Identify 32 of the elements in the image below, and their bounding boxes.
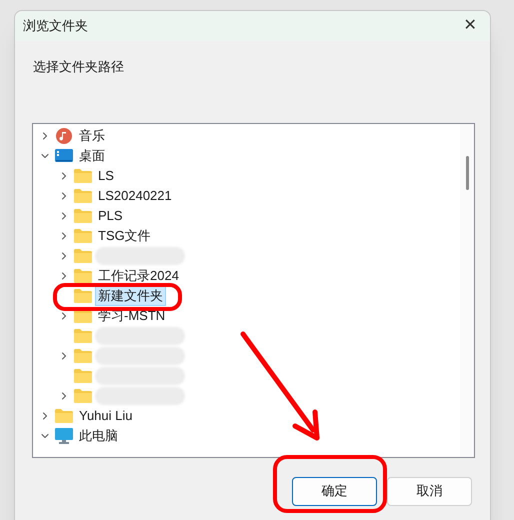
folder-icon xyxy=(74,368,92,382)
folder-icon xyxy=(74,288,92,302)
close-button[interactable]: ✕ xyxy=(450,11,490,41)
tree-item[interactable]: 工作记录2024 xyxy=(95,266,182,286)
folder-icon xyxy=(74,348,92,362)
tree-item[interactable]: LS xyxy=(95,166,117,186)
folder-icon xyxy=(74,168,92,182)
folder-icon xyxy=(74,268,92,282)
scrollbar-thumb[interactable] xyxy=(466,156,468,190)
folder-icon xyxy=(74,228,92,242)
desktop-icon xyxy=(55,149,73,162)
tree-item[interactable]: PLS xyxy=(95,206,126,226)
folder-icon xyxy=(74,188,92,202)
tree-item[interactable]: TSG文件 xyxy=(95,226,154,246)
folder-icon xyxy=(74,208,92,222)
folder-icon xyxy=(55,408,73,422)
prompt-text: 选择文件夹路径 xyxy=(33,59,124,74)
ok-button[interactable]: 确定 xyxy=(292,476,377,506)
scrollbar[interactable] xyxy=(460,124,474,456)
tree-item[interactable]: 音乐 xyxy=(76,126,108,146)
tree-item[interactable]: Yuhui Liu xyxy=(76,406,136,426)
monitor-icon xyxy=(55,428,73,444)
folder-icon xyxy=(74,388,92,402)
tree-item[interactable]: 此电脑 xyxy=(76,426,121,446)
tree-item[interactable]: 新建文件夹 xyxy=(95,286,166,306)
tree-item[interactable]: 桌面 xyxy=(76,146,108,166)
cancel-button[interactable]: 取消 xyxy=(387,476,472,506)
folder-icon xyxy=(74,328,92,342)
folder-icon xyxy=(74,248,92,262)
music-note-icon xyxy=(56,128,72,144)
tree-item[interactable]: LS20240221 xyxy=(95,186,175,206)
window-title: 浏览文件夹 xyxy=(23,17,88,36)
